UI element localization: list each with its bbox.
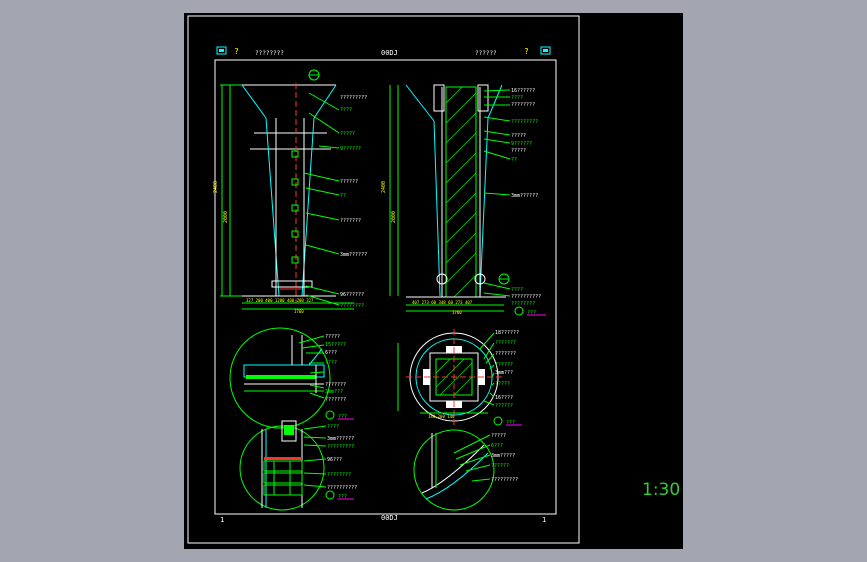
svg-text:??????????: ?????????? xyxy=(511,294,541,300)
header-code-top: 00DJ xyxy=(381,49,398,57)
svg-text:?????: ????? xyxy=(340,131,355,137)
svg-text:????: ???? xyxy=(327,424,339,430)
footer-right-num: 1 xyxy=(542,516,546,524)
svg-text:9??????: 9?????? xyxy=(511,141,532,147)
plan-section-view: 140 200 140 18?????? ??????? ??????? ???… xyxy=(397,329,522,426)
svg-text:????: ???? xyxy=(325,360,337,366)
svg-text:?????????: ????????? xyxy=(491,477,518,483)
svg-text:15?????: 15????? xyxy=(325,342,346,348)
svg-text:3mm??????: 3mm?????? xyxy=(340,252,367,258)
svg-text:3mm???: 3mm??? xyxy=(495,370,513,376)
svg-text:?????????: ????????? xyxy=(511,119,538,125)
svg-text:16????: 16???? xyxy=(495,395,513,401)
cad-model-viewport[interactable]: ? ???????? 00DJ ?????? ? 1 00DJ 1 2400 2… xyxy=(184,13,683,549)
callout-front-1: ????????? xyxy=(340,95,367,101)
svg-text:407 273 60 348 60 273 407: 407 273 60 348 60 273 407 xyxy=(412,300,473,305)
svg-text:3mm??????: 3mm?????? xyxy=(511,193,538,199)
svg-text:96???: 96??? xyxy=(327,457,342,463)
svg-text:2400: 2400 xyxy=(381,181,387,193)
header-right-label: ?????? xyxy=(475,50,497,57)
front-elevation-view: 2400 2000 327 200 400 1200 400 200 327 1… xyxy=(213,69,367,314)
svg-text:????: ???? xyxy=(340,107,352,113)
svg-text:??????: ?????? xyxy=(495,403,513,409)
svg-text:????????: ???????? xyxy=(511,102,535,108)
svg-text:?????????: ????????? xyxy=(327,444,354,450)
detail-4-view: ????? 6??? 3mm????? ?????? ????????? xyxy=(413,429,518,511)
svg-text:6???: 6??? xyxy=(325,350,337,356)
detail-3-view: ???? 3mm?????? ????????? 96??? ???????? … xyxy=(239,420,357,511)
svg-text:140 200 140: 140 200 140 xyxy=(428,414,455,419)
footer-left-num: 1 xyxy=(220,516,224,524)
svg-text:??????: ?????? xyxy=(491,463,509,469)
section-elevation-view: 2400 2000 407 273 60 348 60 273 407 1760… xyxy=(381,84,546,316)
svg-text:?????: ????? xyxy=(495,381,510,387)
svg-text:????????: ???????? xyxy=(340,303,364,309)
header-q-right: ? xyxy=(524,47,529,56)
svg-text:???????: ??????? xyxy=(325,382,346,388)
svg-text:3mm??????: 3mm?????? xyxy=(327,436,354,442)
svg-text:??????????: ?????????? xyxy=(327,485,357,491)
svg-text:???????: ??????? xyxy=(325,397,346,403)
detail-1-view: ????? 15????? 6??? ???? ??????? 3mm??? ?… xyxy=(229,327,354,429)
svg-text:???????: ??????? xyxy=(495,351,516,357)
svg-text:6???: 6??? xyxy=(491,443,503,449)
svg-text:????: ???? xyxy=(511,95,523,101)
svg-text:327 200 400 1200 400 200 327: 327 200 400 1200 400 200 327 xyxy=(246,298,314,303)
svg-text:?????: ????? xyxy=(491,433,506,439)
svg-text:??????: ?????? xyxy=(495,362,513,368)
svg-text:9??????: 9?????? xyxy=(340,146,361,152)
footer-block: 1 00DJ 1 xyxy=(220,514,546,524)
svg-text:1760: 1760 xyxy=(294,309,304,314)
header-q-left: ? xyxy=(234,47,239,56)
svg-text:????????: ???????? xyxy=(511,301,535,307)
svg-text:??????: ?????? xyxy=(340,179,358,185)
svg-text:2400: 2400 xyxy=(213,181,219,193)
svg-text:?????: ????? xyxy=(325,334,340,340)
svg-text:??: ?? xyxy=(340,193,346,199)
svg-text:???????: ??????? xyxy=(340,218,361,224)
svg-text:2000: 2000 xyxy=(223,211,229,223)
svg-text:3mm?????: 3mm????? xyxy=(491,453,515,459)
svg-text:???????: ??????? xyxy=(495,340,516,346)
svg-text:??: ?? xyxy=(511,157,517,163)
svg-text:96??????: 96?????? xyxy=(340,292,364,298)
svg-text:3mm???: 3mm??? xyxy=(325,389,343,395)
svg-text:1760: 1760 xyxy=(452,310,462,315)
svg-text:?????: ????? xyxy=(511,133,526,139)
svg-text:18??????: 18?????? xyxy=(495,330,519,336)
header-left-label: ???????? xyxy=(255,50,284,57)
drawing-canvas: ? ???????? 00DJ ?????? ? 1 00DJ 1 2400 2… xyxy=(187,15,580,544)
scale-label: 1:30 xyxy=(642,480,681,500)
svg-text:????: ???? xyxy=(511,287,523,293)
footer-code: 00DJ xyxy=(381,514,398,522)
header-block: ? ???????? 00DJ ?????? ? xyxy=(216,46,551,57)
svg-text:2000: 2000 xyxy=(391,211,397,223)
svg-text:?????: ????? xyxy=(511,148,526,154)
svg-text:????????: ???????? xyxy=(327,472,351,478)
svg-text:16??????: 16?????? xyxy=(511,88,535,94)
